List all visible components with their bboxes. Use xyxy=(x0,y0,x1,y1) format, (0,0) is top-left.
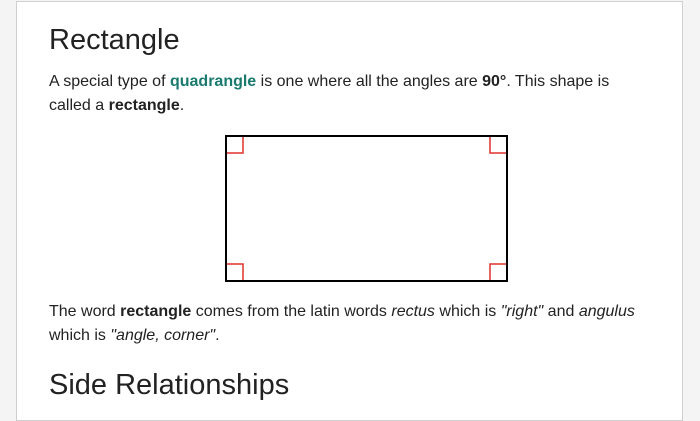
meaning-right: "right" xyxy=(500,303,544,320)
intro-text-1: A special type of xyxy=(49,73,170,90)
etymology-text-1: The word xyxy=(49,303,121,320)
rectangle-word: rectangle xyxy=(120,303,192,320)
rectangle-outline xyxy=(225,135,508,282)
etymology-paragraph: The word rectangle comes from the latin … xyxy=(49,300,649,348)
section-title-side-relationships: Side Relationships xyxy=(49,369,290,401)
quadrangle-link[interactable]: quadrangle xyxy=(170,73,256,90)
article-page: Rectangle A special type of quadrangle i… xyxy=(16,1,683,421)
etymology-text-4: and xyxy=(543,303,579,320)
rectangle-term: rectangle xyxy=(108,97,180,114)
angle-value: 90° xyxy=(482,73,507,90)
intro-text-4: . xyxy=(179,97,185,114)
intro-text-2: is one where all the angles are xyxy=(256,73,483,90)
rectangle-diagram xyxy=(225,135,508,282)
latin-word-rectus: rectus xyxy=(391,303,435,320)
section-title-rectangle: Rectangle xyxy=(49,24,180,56)
etymology-text-5: which is xyxy=(49,327,111,344)
etymology-text-3: which is xyxy=(434,303,501,320)
latin-word-angulus: angulus xyxy=(578,303,635,320)
etymology-text-6: . xyxy=(215,327,220,344)
etymology-text-2: comes from the latin words xyxy=(191,303,392,320)
intro-paragraph: A special type of quadrangle is one wher… xyxy=(49,70,649,118)
meaning-angle-corner: "angle, corner" xyxy=(110,327,216,344)
